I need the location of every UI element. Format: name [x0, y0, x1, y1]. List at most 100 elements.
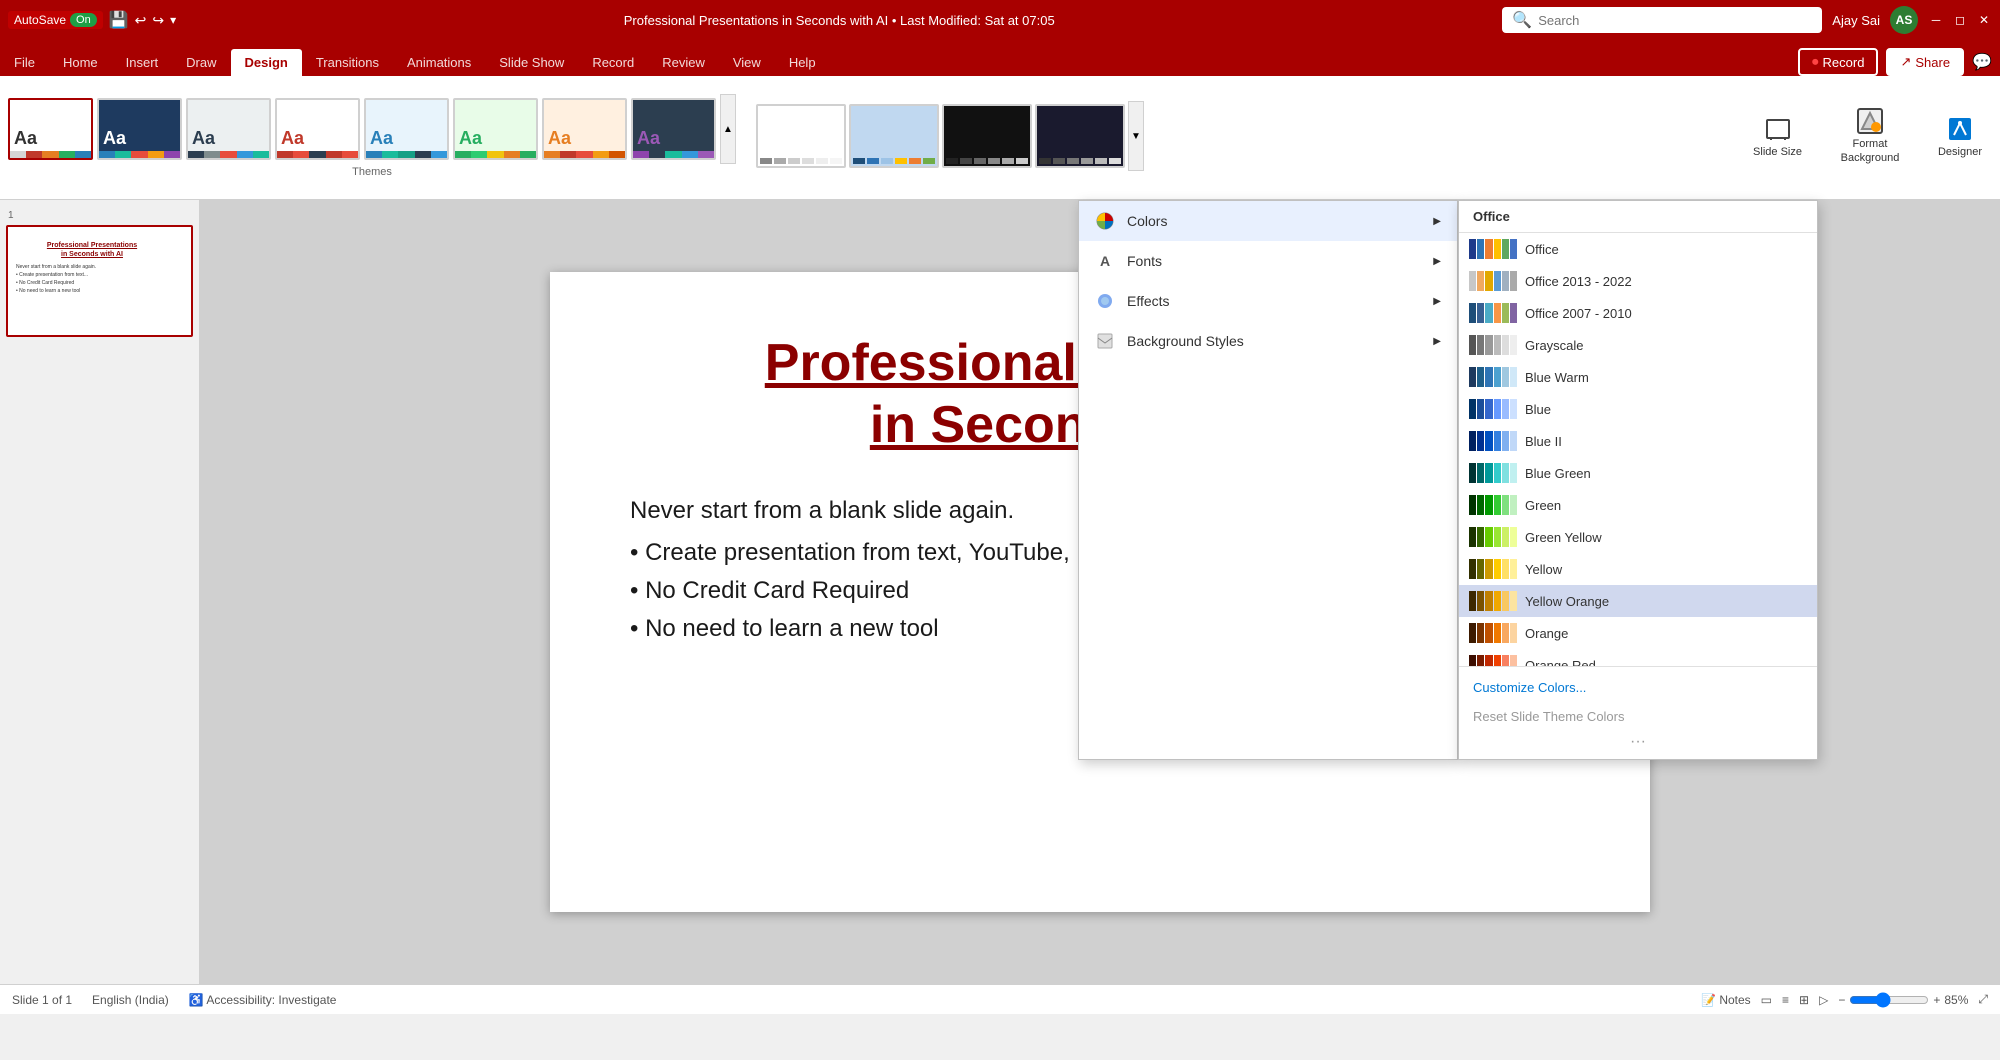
fit-slide-button[interactable]: ⤢ [1978, 992, 1988, 1007]
color-theme-green-yellow[interactable]: Green Yellow [1459, 521, 1817, 553]
effects-menu-item[interactable]: Effects ▶ [1079, 281, 1457, 321]
color-theme-office[interactable]: Office [1459, 233, 1817, 265]
theme-7[interactable]: Aa [631, 98, 716, 160]
color-theme-orange-red[interactable]: Orange Red [1459, 649, 1817, 666]
notes-button[interactable]: 📝 Notes [1701, 993, 1751, 1007]
tab-view[interactable]: View [719, 49, 775, 76]
themes-scroll-up[interactable]: ▲ [720, 94, 736, 164]
background-styles-menu-item[interactable]: Background Styles ▶ [1079, 321, 1457, 361]
window-controls: ─ ◻ ✕ [1928, 12, 1992, 28]
redo-icon[interactable]: ↪ [152, 12, 164, 29]
color-theme-yellow[interactable]: Yellow [1459, 553, 1817, 585]
slide-thumb-inner: Professional Presentationsin Seconds wit… [12, 231, 172, 331]
format-background-button[interactable]: Format Background [1820, 103, 1920, 168]
tab-home[interactable]: Home [49, 49, 112, 76]
color-theme-orange[interactable]: Orange [1459, 617, 1817, 649]
color-theme-grayscale[interactable]: Grayscale [1459, 329, 1817, 361]
color-theme-office-2007[interactable]: Office 2007 - 2010 [1459, 297, 1817, 329]
effects-icon [1095, 291, 1115, 311]
dropdown-overlay: Colors ▶ A Fonts ▶ [1078, 200, 1818, 760]
tab-slideshow[interactable]: Slide Show [485, 49, 578, 76]
theme-2[interactable]: Aa [186, 98, 271, 160]
theme-6[interactable]: Aa [542, 98, 627, 160]
fonts-menu-item[interactable]: A Fonts ▶ [1079, 241, 1457, 281]
blue-swatch [1469, 399, 1517, 419]
slide-sorter-icon[interactable]: ⊞ [1799, 993, 1809, 1007]
user-initials: AS [1896, 13, 1913, 27]
undo-icon[interactable]: ↩ [135, 12, 147, 29]
orange-label: Orange [1525, 626, 1568, 641]
title-bar: AutoSave On 💾 ↩ ↪ ▾ Professional Present… [0, 0, 2000, 40]
slide-view-scroll-icon[interactable]: ≡ [1782, 993, 1789, 1007]
theme-1[interactable]: Aa [97, 98, 182, 160]
slide-thumbnail-1[interactable]: Professional Presentationsin Seconds wit… [6, 225, 193, 337]
zoom-out-button[interactable]: − [1838, 993, 1845, 1007]
color-theme-blue-green[interactable]: Blue Green [1459, 457, 1817, 489]
colors-submenu-list: Office Office 2013 - 2022 Of [1459, 233, 1817, 666]
record-button[interactable]: ⏺ Record [1798, 48, 1878, 76]
accessibility-icon: ♿ [189, 993, 204, 1007]
theme-4[interactable]: Aa [364, 98, 449, 160]
colors-submenu-header: Office [1459, 201, 1817, 233]
search-bar[interactable]: 🔍 [1502, 7, 1822, 33]
orange-red-label: Orange Red [1525, 658, 1596, 667]
designer-label: Designer [1938, 146, 1982, 158]
color-theme-blue-warm[interactable]: Blue Warm [1459, 361, 1817, 393]
blue-warm-label: Blue Warm [1525, 370, 1589, 385]
search-input[interactable] [1538, 13, 1798, 28]
ribbon: File Home Insert Draw Design Transitions… [0, 40, 2000, 200]
green-label: Green [1525, 498, 1561, 513]
variant-3[interactable] [942, 104, 1032, 168]
variant-2[interactable] [849, 104, 939, 168]
theme-default[interactable]: Aa [8, 98, 93, 160]
tab-insert[interactable]: Insert [112, 49, 173, 76]
save-icon[interactable]: 💾 [109, 10, 129, 30]
accessibility-info[interactable]: ♿ Accessibility: Investigate [189, 993, 337, 1007]
slide-size-label: Slide Size [1753, 146, 1802, 158]
restore-button[interactable]: ◻ [1952, 12, 1968, 28]
tab-design[interactable]: Design [231, 49, 302, 76]
fonts-icon: A [1095, 251, 1115, 271]
office2007-swatch [1469, 303, 1517, 323]
fonts-chevron: ▶ [1433, 256, 1441, 267]
slide-size-button[interactable]: Slide Size [1743, 103, 1812, 168]
slide-view-normal-icon[interactable]: ▭ [1761, 993, 1772, 1007]
color-theme-green[interactable]: Green [1459, 489, 1817, 521]
status-bar-right: 📝 Notes ▭ ≡ ⊞ ▷ − + 85% ⤢ [1701, 992, 1988, 1008]
comments-icon[interactable]: 💬 [1972, 52, 1992, 72]
more-options[interactable]: ··· [1459, 731, 1817, 753]
user-avatar[interactable]: AS [1890, 6, 1918, 34]
variant-4[interactable] [1035, 104, 1125, 168]
colors-submenu-footer: Customize Colors... Reset Slide Theme Co… [1459, 666, 1817, 759]
yellow-orange-swatch [1469, 591, 1517, 611]
customize-colors-button[interactable]: Customize Colors... [1459, 673, 1817, 702]
color-theme-yellow-orange[interactable]: Yellow Orange [1459, 585, 1817, 617]
close-button[interactable]: ✕ [1976, 12, 1992, 28]
tab-file[interactable]: File [0, 49, 49, 76]
minimize-button[interactable]: ─ [1928, 12, 1944, 28]
tab-review[interactable]: Review [648, 49, 719, 76]
colors-menu-item[interactable]: Colors ▶ [1079, 201, 1457, 241]
theme-5[interactable]: Aa [453, 98, 538, 160]
tab-record[interactable]: Record [578, 49, 648, 76]
tab-draw[interactable]: Draw [172, 49, 230, 76]
designer-button[interactable]: Designer [1928, 103, 1992, 168]
zoom-in-button[interactable]: + [1933, 993, 1940, 1007]
share-button[interactable]: ↗ Share [1886, 48, 1964, 76]
tab-help[interactable]: Help [775, 49, 830, 76]
tab-transitions[interactable]: Transitions [302, 49, 393, 76]
reset-theme-colors-button[interactable]: Reset Slide Theme Colors [1459, 702, 1817, 731]
slide-number: 1 [8, 210, 193, 221]
zoom-slider[interactable] [1849, 992, 1929, 1008]
color-theme-blue-ii[interactable]: Blue II [1459, 425, 1817, 457]
autosave-toggle[interactable]: AutoSave On [8, 11, 103, 29]
variants-scroll-down[interactable]: ▼ [1128, 101, 1144, 171]
theme-3[interactable]: Aa [275, 98, 360, 160]
effects-chevron: ▶ [1433, 296, 1441, 307]
tab-animations[interactable]: Animations [393, 49, 485, 76]
color-theme-office-2013[interactable]: Office 2013 - 2022 [1459, 265, 1817, 297]
reading-view-icon[interactable]: ▷ [1819, 993, 1828, 1007]
user-name: Ajay Sai [1832, 13, 1880, 28]
variant-1[interactable] [756, 104, 846, 168]
color-theme-blue[interactable]: Blue [1459, 393, 1817, 425]
